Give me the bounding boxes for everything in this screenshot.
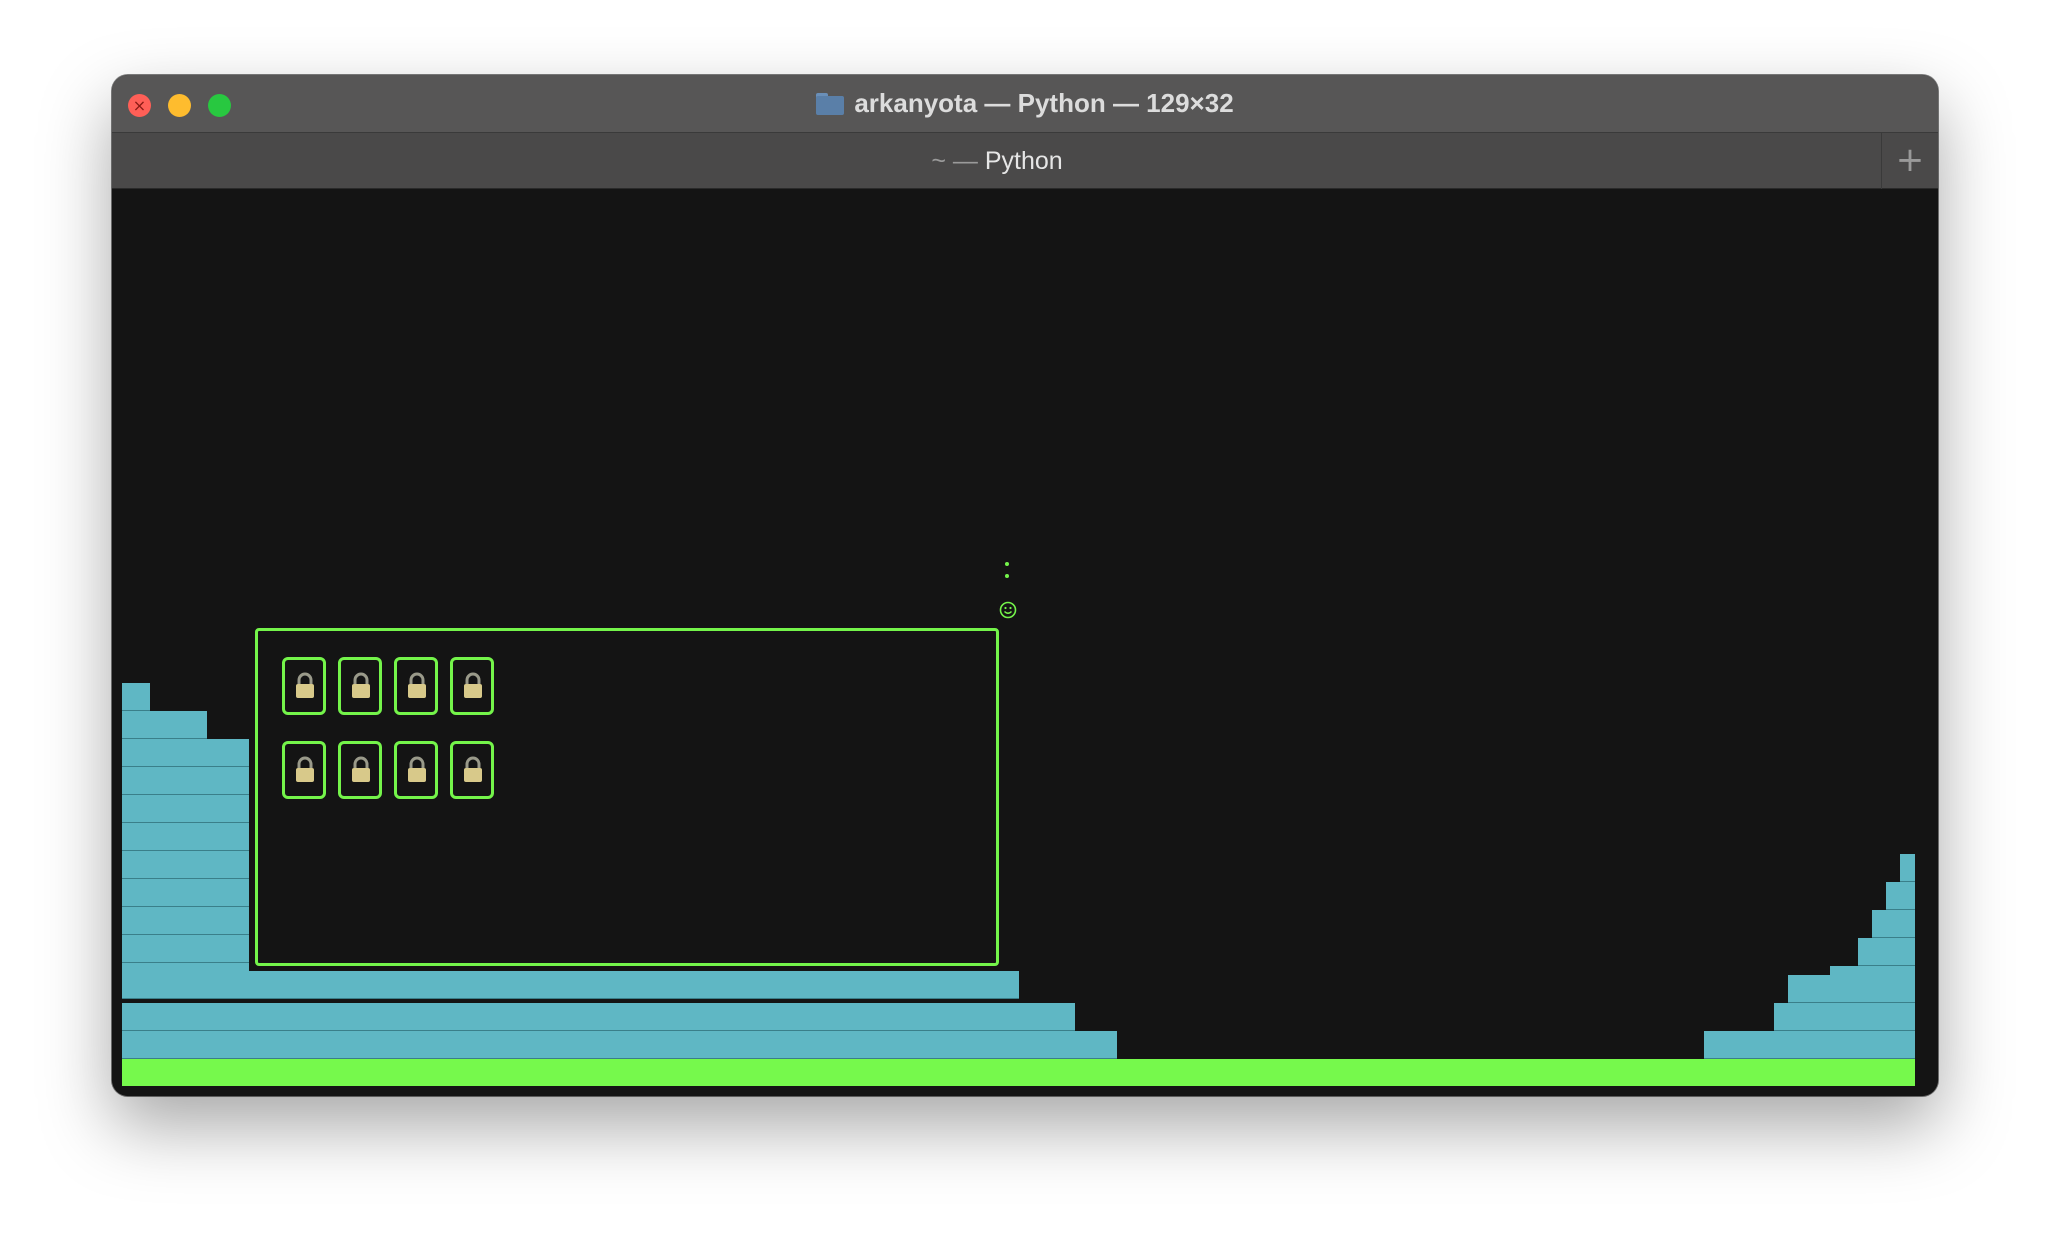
terminal-window: × arkanyota — Python — 129×32 ~ — Python…: [112, 75, 1938, 1096]
left-wall-step: [122, 823, 249, 851]
lock-icon: [408, 672, 426, 698]
window-title: arkanyota — Python — 129×32: [854, 88, 1234, 118]
left-wall-step: [122, 711, 207, 739]
tab-bar: ~ — Python +: [112, 132, 1938, 189]
left-wall-step: [122, 879, 249, 907]
left-wall-step: [122, 1003, 1075, 1031]
lock-card[interactable]: [450, 657, 494, 715]
left-wall-step: [122, 971, 1019, 999]
lock-card[interactable]: [394, 657, 438, 715]
lock-card[interactable]: [394, 741, 438, 799]
lock-icon: [464, 672, 482, 698]
inventory-box: [255, 628, 999, 966]
right-wall-step: [1788, 975, 1915, 1003]
folder-icon: [816, 92, 845, 115]
left-wall-step: [122, 963, 249, 971]
left-wall-step: [122, 907, 249, 935]
right-wall-step: [1900, 854, 1915, 882]
lock-icon: [464, 756, 482, 782]
ground: [122, 1059, 1915, 1086]
lock-card[interactable]: [282, 741, 326, 799]
right-wall-step: [1872, 910, 1915, 938]
player-trail: [1005, 562, 1009, 584]
title-bar[interactable]: × arkanyota — Python — 129×32: [112, 75, 1938, 132]
tab-python[interactable]: ~ — Python: [112, 133, 1882, 189]
right-wall-step: [1704, 1031, 1915, 1059]
left-wall-step: [122, 795, 249, 823]
new-tab-button[interactable]: +: [1881, 133, 1938, 189]
lock-card[interactable]: [282, 657, 326, 715]
tab-prefix: ~ —: [931, 147, 978, 175]
lock-icon: [296, 672, 314, 698]
smiley-face-icon: [999, 601, 1017, 619]
left-wall-step: [122, 1031, 1117, 1059]
left-wall-step: [122, 935, 249, 963]
lock-card[interactable]: [338, 741, 382, 799]
lock-icon: [296, 756, 314, 782]
left-wall-step: [122, 683, 150, 711]
lock-card[interactable]: [450, 741, 494, 799]
left-wall-step: [122, 851, 249, 879]
lock-card[interactable]: [338, 657, 382, 715]
lock-icon: [408, 756, 426, 782]
left-wall-step: [122, 767, 249, 795]
right-wall-step: [1886, 882, 1915, 910]
lock-icon: [352, 756, 370, 782]
terminal-content[interactable]: [112, 189, 1938, 1096]
lock-icon: [352, 672, 370, 698]
left-wall-step: [122, 739, 249, 767]
tab-label: Python: [984, 147, 1063, 175]
right-wall-step: [1858, 938, 1915, 966]
window-title-group: arkanyota — Python — 129×32: [112, 75, 1938, 132]
right-wall-step: [1774, 1003, 1915, 1031]
